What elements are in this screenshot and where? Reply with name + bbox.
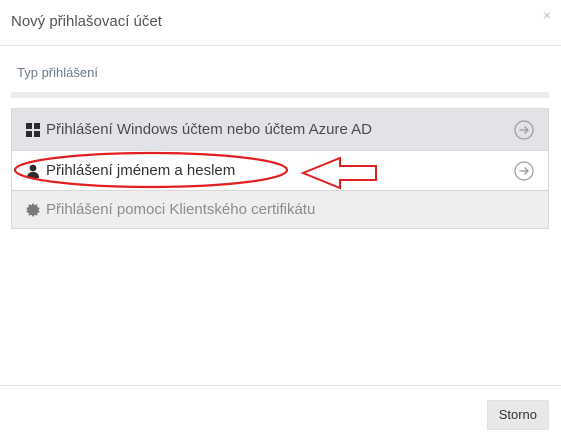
dialog-footer: Storno	[0, 385, 561, 441]
option-certificate-login[interactable]: Přihlášení pomoci Klientského certifikát…	[12, 190, 548, 228]
dialog-header: Nový přihlašovací účet ×	[0, 0, 561, 46]
option-password-login[interactable]: Přihlášení jménem a heslem	[12, 150, 548, 190]
option-certificate-label: Přihlášení pomoci Klientského certifikát…	[46, 201, 316, 218]
dialog-title: Nový přihlašovací účet	[11, 13, 162, 30]
option-password-label: Přihlášení jménem a heslem	[46, 162, 236, 179]
login-type-label: Typ přihlášení	[17, 65, 98, 80]
user-icon	[26, 164, 40, 178]
arrow-circle-right-icon[interactable]	[514, 119, 534, 140]
option-windows-label: Přihlášení Windows účtem nebo účtem Azur…	[46, 121, 372, 138]
option-windows-login[interactable]: Přihlášení Windows účtem nebo účtem Azur…	[12, 109, 548, 150]
scroll-strip	[11, 92, 549, 98]
cancel-button[interactable]: Storno	[486, 400, 549, 430]
certificate-icon	[26, 202, 40, 217]
login-type-list: Přihlášení Windows účtem nebo účtem Azur…	[11, 108, 549, 229]
arrow-circle-right-icon[interactable]	[514, 160, 534, 181]
windows-icon	[26, 122, 40, 137]
close-icon[interactable]: ×	[543, 7, 551, 23]
